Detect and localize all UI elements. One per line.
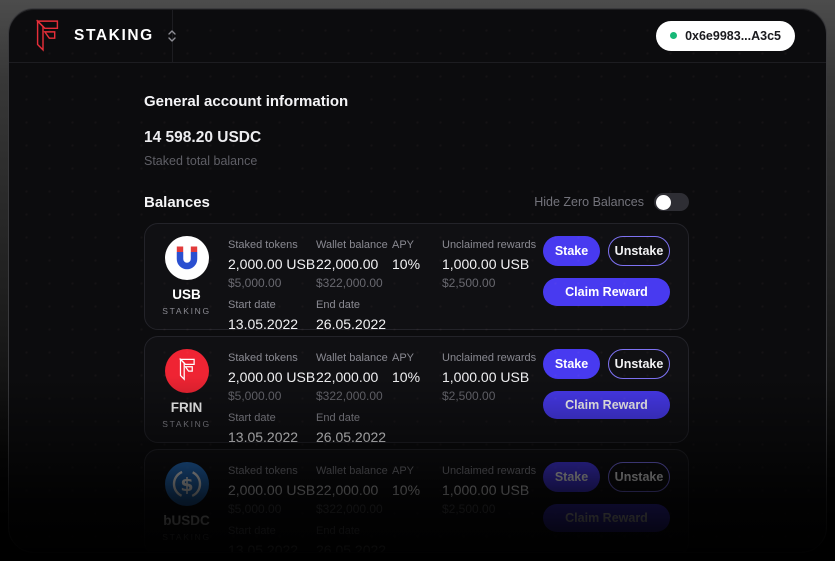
apy-label: APY — [392, 239, 442, 251]
balances-list: USB STAKING Staked tokens 2,000.00 USB $… — [144, 223, 689, 553]
staked-tokens-usd: $5,000.00 — [228, 276, 316, 290]
wallet-address-button[interactable]: 0x6e9983...A3c5 — [656, 21, 795, 51]
end-date-label: End date — [316, 412, 392, 424]
staked-tokens-label: Staked tokens — [228, 465, 316, 477]
hide-zero-balances-label: Hide Zero Balances — [534, 195, 644, 209]
wallet-balance-usd: $322,000.00 — [316, 276, 392, 290]
staked-tokens-value: 2,000.00 USB — [228, 256, 316, 272]
start-date-value: 13.05.2022 — [228, 429, 316, 445]
token-caption: STAKING — [162, 419, 211, 429]
fringe-logo-icon — [34, 18, 61, 53]
apy-label: APY — [392, 465, 442, 477]
claim-reward-button[interactable]: Claim Reward — [543, 278, 670, 306]
wallet-address: 0x6e9983...A3c5 — [685, 29, 781, 43]
toggle-knob — [656, 195, 671, 210]
wallet-balance-value: 22,000.00 — [316, 482, 392, 498]
wallet-balance-label: Wallet balance — [316, 352, 392, 364]
token-name: USB — [172, 287, 201, 302]
unclaimed-rewards-label: Unclaimed rewards — [442, 465, 543, 477]
token-name: FRIN — [171, 400, 203, 415]
claim-reward-button[interactable]: Claim Reward — [543, 391, 670, 419]
wallet-balance-value: 22,000.00 — [316, 256, 392, 272]
start-date-value: 13.05.2022 — [228, 316, 316, 332]
end-date-value: 26.05.2022 — [316, 542, 392, 553]
token-caption: STAKING — [162, 532, 211, 542]
staked-tokens-usd: $5,000.00 — [228, 389, 316, 403]
staked-tokens-value: 2,000.00 USB — [228, 482, 316, 498]
app-title: STAKING — [74, 27, 154, 45]
wallet-balance-usd: $322,000.00 — [316, 389, 392, 403]
unclaimed-rewards-value: 1,000.00 USB — [442, 256, 543, 272]
staked-tokens-value: 2,000.00 USB — [228, 369, 316, 385]
staked-total-caption: Staked total balance — [144, 154, 689, 168]
wallet-balance-value: 22,000.00 — [316, 369, 392, 385]
unstake-button[interactable]: Unstake — [608, 462, 670, 492]
staked-total-balance: 14 598.20 USDC — [144, 129, 689, 147]
stake-button[interactable]: Stake — [543, 349, 600, 379]
end-date-value: 26.05.2022 — [316, 316, 392, 332]
unclaimed-rewards-value: 1,000.00 USB — [442, 369, 543, 385]
unclaimed-rewards-label: Unclaimed rewards — [442, 352, 543, 364]
staked-tokens-label: Staked tokens — [228, 352, 316, 364]
start-date-value: 13.05.2022 — [228, 542, 316, 553]
fringe-icon — [165, 349, 209, 393]
start-date-label: Start date — [228, 412, 316, 424]
token-caption: STAKING — [162, 306, 211, 316]
unclaimed-rewards-usd: $2,500.00 — [442, 276, 543, 290]
wallet-status-dot-icon — [670, 32, 677, 39]
main-content: General account information 14 598.20 US… — [144, 93, 689, 553]
unstake-button[interactable]: Unstake — [608, 349, 670, 379]
usdc-icon: $ — [165, 462, 209, 506]
unstake-button[interactable]: Unstake — [608, 236, 670, 266]
staked-tokens-label: Staked tokens — [228, 239, 316, 251]
claim-reward-button[interactable]: Claim Reward — [543, 504, 670, 532]
staking-menu-selector[interactable]: STAKING — [9, 9, 173, 62]
balances-section-title: Balances — [144, 194, 210, 211]
end-date-label: End date — [316, 299, 392, 311]
unclaimed-rewards-label: Unclaimed rewards — [442, 239, 543, 251]
wallet-balance-usd: $322,000.00 — [316, 502, 392, 516]
apy-value: 10% — [392, 256, 442, 272]
apy-value: 10% — [392, 482, 442, 498]
apy-value: 10% — [392, 369, 442, 385]
svg-text:$: $ — [180, 474, 193, 496]
account-section-title: General account information — [144, 93, 689, 110]
unclaimed-rewards-usd: $2,500.00 — [442, 502, 543, 516]
stake-button[interactable]: Stake — [543, 236, 600, 266]
app-window: STAKING 0x6e9983...A3c5 General account … — [8, 8, 827, 553]
wallet-balance-label: Wallet balance — [316, 465, 392, 477]
staked-tokens-usd: $5,000.00 — [228, 502, 316, 516]
start-date-label: Start date — [228, 299, 316, 311]
start-date-label: Start date — [228, 525, 316, 537]
staking-card-usb: USB STAKING Staked tokens 2,000.00 USB $… — [144, 223, 689, 330]
token-name: bUSDC — [163, 513, 210, 528]
unclaimed-rewards-value: 1,000.00 USB — [442, 482, 543, 498]
end-date-label: End date — [316, 525, 392, 537]
chevron-updown-icon — [167, 28, 177, 44]
top-bar: STAKING 0x6e9983...A3c5 — [9, 9, 826, 63]
wallet-balance-label: Wallet balance — [316, 239, 392, 251]
hide-zero-balances-toggle[interactable] — [654, 193, 689, 211]
apy-label: APY — [392, 352, 442, 364]
magnet-icon — [165, 236, 209, 280]
staking-card-frin: FRIN STAKING Staked tokens 2,000.00 USB … — [144, 336, 689, 443]
staking-card-busdc: $ bUSDC STAKING Staked tokens 2,000.00 U… — [144, 449, 689, 553]
end-date-value: 26.05.2022 — [316, 429, 392, 445]
stake-button[interactable]: Stake — [543, 462, 600, 492]
unclaimed-rewards-usd: $2,500.00 — [442, 389, 543, 403]
